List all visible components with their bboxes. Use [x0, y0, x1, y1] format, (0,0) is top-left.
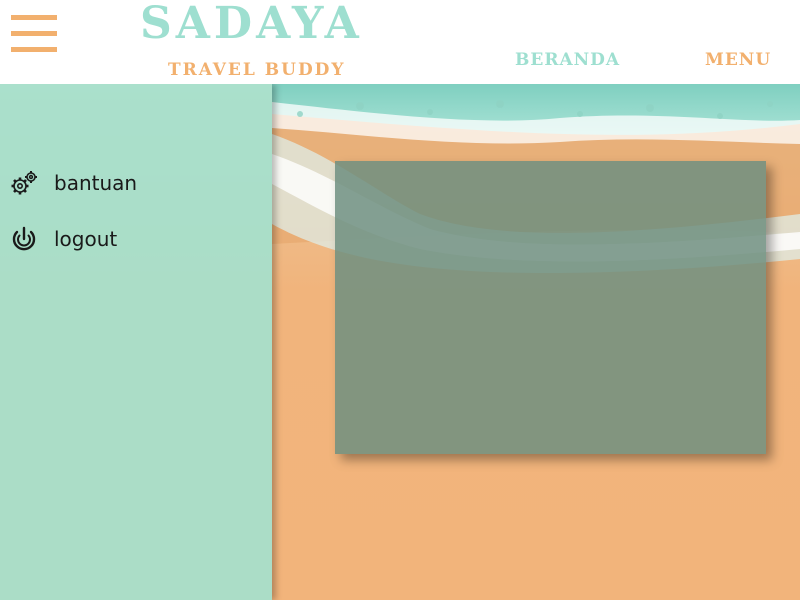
hamburger-line	[11, 15, 57, 20]
app-window: SADAYA TRAVEL BUDDY BERANDA MENU bantuan…	[0, 0, 800, 600]
sidebar: bantuan logout	[0, 84, 272, 600]
sidebar-item-label: logout	[54, 227, 118, 251]
nav-link-beranda[interactable]: BERANDA	[515, 50, 620, 70]
sidebar-item-logout[interactable]: logout	[8, 224, 258, 254]
brand-title: SADAYA	[140, 0, 363, 49]
hamburger-line	[11, 47, 57, 52]
sidebar-item-label: bantuan	[54, 171, 138, 195]
power-icon	[8, 224, 40, 254]
sidebar-item-bantuan[interactable]: bantuan	[8, 168, 258, 198]
nav-link-menu[interactable]: MENU	[705, 50, 771, 70]
hamburger-menu-icon[interactable]	[11, 15, 57, 53]
hamburger-line	[11, 31, 57, 36]
brand-subtitle: TRAVEL BUDDY	[168, 60, 346, 80]
gears-icon	[8, 168, 40, 198]
header-bar: SADAYA TRAVEL BUDDY BERANDA MENU	[0, 0, 800, 84]
content-panel	[335, 161, 766, 454]
